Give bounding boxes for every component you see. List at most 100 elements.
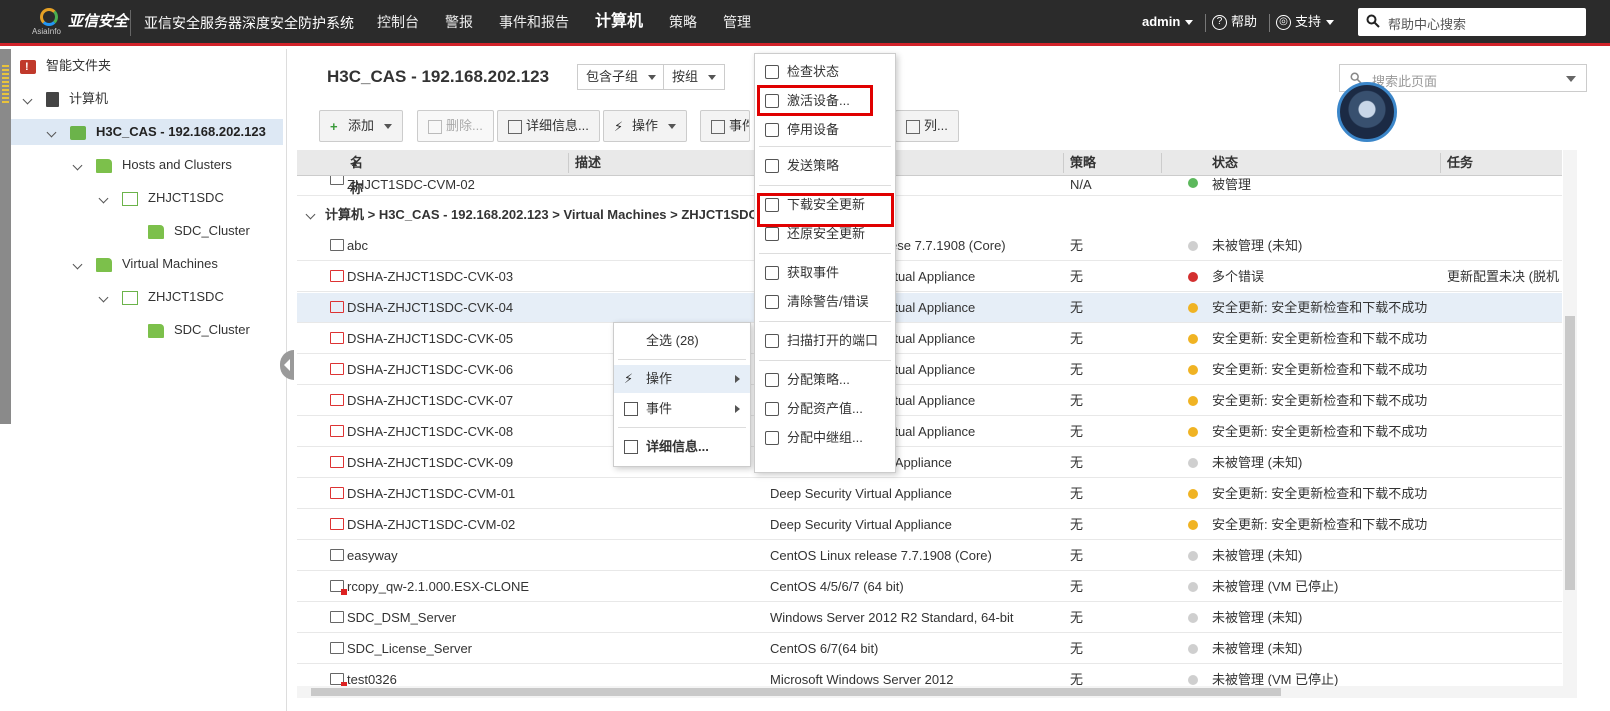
menu-separator: [759, 321, 891, 322]
tree-item-zhjct1sdc-hosts[interactable]: ZHJCT1SDC: [98, 185, 224, 211]
tree-item-hosts-clusters[interactable]: Hosts and Clusters: [72, 152, 232, 178]
table-row[interactable]: abc ese 7.7.1908 (Core) 无 未被管理 (未知): [297, 231, 1562, 261]
include-subgroups-select[interactable]: 包含子组: [577, 64, 666, 90]
tree-item-computers[interactable]: 计算机: [22, 86, 108, 112]
nav-administration[interactable]: 管理: [710, 0, 764, 46]
menu-item-get-events[interactable]: 获取事件: [755, 259, 895, 287]
menu-item-assign-asset[interactable]: 分配资产值...: [755, 395, 895, 423]
menu-item-deactivate[interactable]: 停用设备: [755, 116, 895, 144]
actions-button[interactable]: ⚡ 操作: [603, 110, 688, 142]
nav-policies[interactable]: 策略: [656, 0, 710, 46]
status-dot-icon: [1188, 675, 1198, 685]
table-row[interactable]: easyway CentOS Linux release 7.7.1908 (Co…: [297, 541, 1562, 571]
chevron-down-icon[interactable]: [305, 209, 317, 221]
tree-item-sdc-cluster-hosts[interactable]: SDC_Cluster: [148, 218, 250, 244]
table-row[interactable]: DSHA-ZHJCT1SDC-CVK-06 rtual Appliance 无 安全更…: [297, 355, 1562, 385]
menu-separator: [618, 359, 746, 360]
table-row[interactable]: DSHA-ZHJCT1SDC-CVK-09Deep Security Virtu…: [297, 448, 1562, 478]
events-label: 事件: [729, 118, 749, 133]
floating-avatar-image: [1337, 82, 1397, 142]
columns-button[interactable]: 列...: [895, 110, 959, 142]
status-dot-icon: [1188, 241, 1198, 251]
help-link[interactable]: ? 帮助: [1212, 0, 1257, 46]
tree-item-h3c-cas[interactable]: H3C_CAS - 192.168.202.123: [11, 119, 283, 145]
row-policy: 无: [1070, 579, 1084, 594]
smart-folder-icon: [20, 54, 36, 80]
group-by-select[interactable]: 按组: [663, 64, 726, 90]
row-platform: rtual Appliance: [890, 331, 976, 346]
tree-item-zhjct1sdc-vms[interactable]: ZHJCT1SDC: [98, 284, 224, 310]
menu-item-send-policy[interactable]: 发送策略: [755, 152, 895, 180]
scrollbar-thumb[interactable]: [1565, 316, 1575, 590]
table-row[interactable]: SDC_DSM_Server Windows Server 2012 R2 Sta…: [297, 603, 1562, 633]
left-tree-sidebar: 智能文件夹 计算机 H3C_CAS - 192.168.202.123 Host…: [0, 49, 287, 711]
row-policy: 无: [1070, 424, 1084, 439]
table-row[interactable]: rcopy_qw-2.1.000.ESX-CLONE CentOS 4/5/6/7…: [297, 572, 1562, 602]
columns-icon: [906, 119, 920, 134]
table-row[interactable]: DSHA-ZHJCT1SDC-CVK-07 rtual Appliance 无 安全更…: [297, 386, 1562, 416]
calendar-icon: [624, 402, 638, 416]
delete-button[interactable]: 删除...: [417, 110, 494, 142]
table-row[interactable]: SDC_License_Server CentOS 6/7(64 bit) 无 未被管…: [297, 634, 1562, 664]
events-button[interactable]: 事件: [700, 110, 750, 142]
status-dot-icon: [1188, 272, 1198, 282]
menu-item-assign-relay[interactable]: 分配中继组...: [755, 424, 895, 452]
table-row[interactable]: DSHA-ZHJCT1SDC-CVM-02 Deep Security Virtu…: [297, 510, 1562, 540]
menu-item-scan-ports[interactable]: 扫描打开的端口: [755, 327, 895, 355]
chevron-down-icon[interactable]: [22, 94, 34, 106]
menu-item-events[interactable]: 事件: [614, 395, 750, 423]
row-policy: 无: [1070, 331, 1084, 346]
rollback-update-icon: [765, 227, 779, 241]
vertical-scrollbar[interactable]: [1563, 150, 1577, 690]
table-row[interactable]: DSHA-ZHJCT1SDC-CVM-01 Deep Security Virtu…: [297, 479, 1562, 509]
nav-computers[interactable]: 计算机: [582, 0, 656, 46]
menu-item-label: 操作: [646, 371, 673, 386]
chevron-down-icon[interactable]: [72, 259, 84, 271]
menu-item-select-all[interactable]: 全选 (28): [614, 327, 750, 355]
column-divider[interactable]: [1440, 153, 1441, 173]
help-center-search-input[interactable]: 帮助中心搜索: [1358, 8, 1586, 36]
chevron-down-icon[interactable]: [72, 160, 84, 172]
group-header-row[interactable]: 计算机 > H3C_CAS - 192.168.202.123 > Virtua…: [297, 199, 1562, 231]
column-divider[interactable]: [568, 153, 569, 173]
menu-item-label: 获取事件: [787, 265, 840, 280]
scrollbar-thumb[interactable]: [311, 688, 1281, 696]
nav-dashboard[interactable]: 控制台: [364, 0, 432, 46]
vm-icon: [330, 611, 344, 623]
column-header-task[interactable]: 任务: [1447, 150, 1473, 176]
chevron-down-icon[interactable]: [98, 292, 110, 304]
column-header-status[interactable]: 状态: [1212, 150, 1238, 176]
column-divider[interactable]: [1063, 153, 1064, 173]
table-row[interactable]: DSHA-ZHJCT1SDC-CVK-08 rtual Appliance 无 安全更…: [297, 417, 1562, 447]
nav-alerts[interactable]: 警报: [432, 0, 486, 46]
chevron-down-icon[interactable]: [1566, 76, 1576, 82]
add-button[interactable]: + 添加: [319, 110, 404, 142]
left-edge-strip: [0, 49, 11, 424]
row-name: ZHJCT1SDC-CVM-02: [347, 177, 475, 192]
tree-item-sdc-cluster-vms[interactable]: SDC_Cluster: [148, 317, 250, 343]
menu-item-details[interactable]: 详细信息...: [614, 433, 750, 461]
table-row[interactable]: DSHA-ZHJCT1SDC-CVK-03 rtual Appliance 无 多个错…: [297, 262, 1562, 292]
menu-item-check-status[interactable]: 检查状态: [755, 58, 895, 86]
details-button[interactable]: 详细信息...: [497, 110, 600, 142]
asiainfo-logo[interactable]: AsiaInfo 亚信安全: [30, 6, 130, 40]
menu-item-assign-policy[interactable]: 分配策略...: [755, 366, 895, 394]
column-header-policy[interactable]: 策略: [1070, 150, 1096, 176]
menu-item-actions[interactable]: ⚡ 操作: [614, 365, 750, 393]
nav-events-reports[interactable]: 事件和报告: [486, 0, 582, 46]
menu-item-clear-warnings[interactable]: 清除警告/错误: [755, 288, 895, 316]
column-header-desc[interactable]: 描述: [575, 150, 601, 176]
lightning-icon: ⚡: [624, 371, 634, 386]
horizontal-scrollbar[interactable]: [297, 686, 1577, 698]
chevron-down-icon[interactable]: [46, 127, 58, 139]
column-divider[interactable]: [1161, 153, 1162, 173]
support-label: 支持: [1295, 14, 1322, 29]
tree-item-virtual-machines[interactable]: Virtual Machines: [72, 251, 218, 277]
table-row[interactable]: DSHA-ZHJCT1SDC-CVK-04 rtual Appliance 无 安全更…: [297, 293, 1562, 323]
chevron-down-icon[interactable]: [98, 193, 110, 205]
table-row[interactable]: ZHJCT1SDC-CVM-02 N/A 被管理: [297, 176, 1562, 196]
table-row[interactable]: DSHA-ZHJCT1SDC-CVK-05 rtual Appliance 无 安全更…: [297, 324, 1562, 354]
user-menu[interactable]: admin: [1142, 0, 1194, 46]
tree-item-smart-folders[interactable]: 智能文件夹: [20, 53, 111, 80]
support-menu[interactable]: ◎ 支持: [1276, 0, 1335, 46]
